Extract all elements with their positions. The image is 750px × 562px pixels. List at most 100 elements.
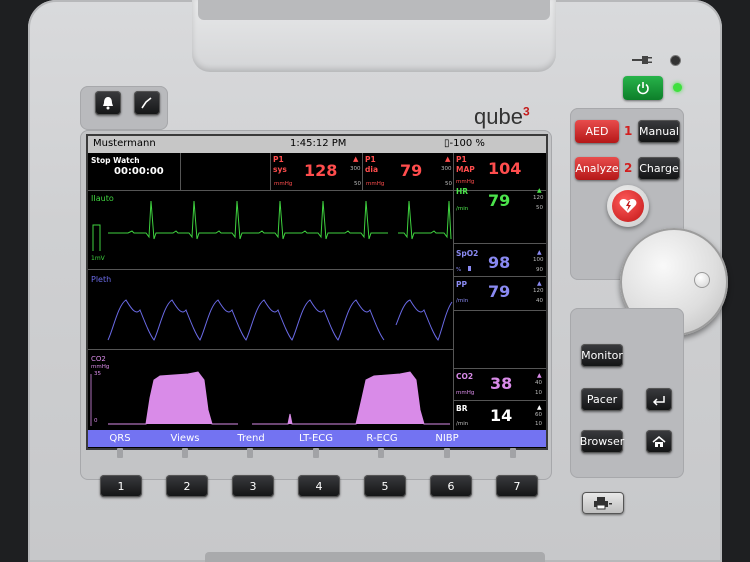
pp-lower: 40 (536, 298, 543, 304)
heart-bolt-icon (619, 199, 637, 213)
softkey-tick (313, 448, 319, 458)
printer-icon (594, 497, 612, 510)
hard-key-6[interactable]: 6 (430, 475, 472, 497)
co2-upper: 40 (535, 380, 542, 386)
knob-indicator (694, 272, 710, 288)
hard-key-5[interactable]: 5 (364, 475, 406, 497)
softkey-tick (510, 448, 516, 458)
paper-slot (205, 552, 545, 562)
divider (453, 153, 454, 430)
power-button[interactable] (623, 76, 663, 100)
br-lower: 10 (535, 421, 542, 427)
alarm-bell-icon: ▲ (537, 280, 542, 287)
nibp-dia-lower: 50 (445, 181, 452, 187)
stopwatch-label: Stop Watch (91, 156, 140, 165)
marker-icon (141, 97, 152, 109)
charge-button[interactable]: Charge (638, 157, 680, 180)
spo2-unit: % (456, 267, 462, 273)
divider (453, 400, 546, 401)
alarm-bell-icon: ▲ (537, 372, 542, 379)
divider (453, 310, 546, 311)
print-button[interactable] (582, 492, 624, 514)
aed-button[interactable]: AED (575, 120, 619, 143)
spo2-upper: 100 (533, 257, 544, 263)
br-unit: /min (456, 421, 469, 427)
nibp-map-unit: mmHg (456, 179, 475, 185)
softkey-tick (444, 448, 450, 458)
home-button[interactable] (646, 430, 672, 453)
analyze-button[interactable]: Analyze (575, 157, 619, 180)
softkey-nibp[interactable]: NIBP (435, 433, 458, 444)
nibp-dia-upper: 300 (441, 166, 452, 172)
hard-key-3[interactable]: 3 (232, 475, 274, 497)
nibp-sys-upper: 300 (350, 166, 361, 172)
plug-icon (632, 56, 652, 64)
status-bar: Mustermann 1:45:12 PM ▯-100 % (88, 136, 546, 153)
spo2-lower: 90 (536, 267, 543, 273)
co2-value: 38 (490, 374, 513, 393)
softkey-tick (117, 448, 123, 458)
mains-led (671, 56, 680, 65)
softkey-qrs[interactable]: QRS (109, 433, 130, 444)
hard-key-7[interactable]: 7 (496, 475, 538, 497)
nibp-dia-label: P1 (365, 155, 376, 164)
pacer-button[interactable]: Pacer (581, 388, 623, 411)
hard-key-2[interactable]: 2 (166, 475, 208, 497)
nibp-sys-value: 128 (304, 161, 338, 180)
stopwatch-value[interactable]: 00:00:00 (114, 166, 164, 177)
softkey-tick (182, 448, 188, 458)
co2-label: CO2 (456, 372, 474, 381)
aed-step-number: 1 (624, 124, 633, 138)
spo2-label: SpO2 (456, 249, 479, 258)
pp-unit: /min (456, 298, 469, 304)
alarm-bell-icon: ▲ (537, 249, 542, 256)
hard-key-1[interactable]: 1 (100, 475, 142, 497)
event-marker-button[interactable] (134, 91, 160, 115)
hard-key-4[interactable]: 4 (298, 475, 340, 497)
co2-lower: 10 (535, 390, 542, 396)
nibp-dia-unit: mmHg (366, 181, 385, 187)
pp-upper: 120 (533, 288, 544, 294)
softkey-views[interactable]: Views (171, 433, 200, 444)
return-icon (652, 395, 665, 406)
spo2-value: 98 (488, 253, 511, 272)
patient-name: Mustermann (93, 138, 156, 149)
divider (270, 153, 271, 190)
battery-status: ▯-100 % (444, 138, 485, 149)
clock: 1:45:12 PM (290, 138, 347, 149)
co2-waveform (90, 371, 450, 426)
divider (362, 153, 363, 190)
hr-value: 79 (488, 191, 511, 210)
softkey-lt-ecg[interactable]: LT-ECG (299, 433, 333, 444)
back-button[interactable] (646, 388, 672, 411)
br-value: 14 (490, 406, 513, 425)
home-icon (652, 435, 666, 447)
manual-button[interactable]: Manual (638, 120, 680, 143)
handle-grip (198, 0, 550, 20)
pp-label: PP (456, 280, 467, 289)
nibp-sys-unit: mmHg (274, 181, 293, 187)
divider (180, 153, 181, 190)
shock-button-face (612, 190, 644, 222)
divider (453, 243, 546, 244)
nibp-map-label: P1 (456, 155, 467, 164)
softkey-trend[interactable]: Trend (237, 433, 264, 444)
browser-button[interactable]: Browser (580, 430, 624, 453)
power-icon (637, 82, 649, 95)
softkey-tick (247, 448, 253, 458)
hr-unit: /min (456, 206, 469, 212)
co2-unit: mmHg (456, 390, 475, 396)
monitor-button[interactable]: Monitor (581, 344, 623, 367)
softkey-r-ecg[interactable]: R-ECG (366, 433, 397, 444)
divider (453, 276, 546, 277)
alarm-bell-icon: ▲ (537, 404, 542, 411)
hr-lower: 50 (536, 205, 543, 211)
shock-button[interactable] (607, 185, 649, 227)
nibp-sys-label: P1 (273, 155, 284, 164)
pleth-waveform (107, 299, 453, 341)
softkey-bar: QRS Views Trend LT-ECG R-ECG NIBP (88, 430, 546, 447)
br-upper: 60 (535, 412, 542, 418)
alarm-button[interactable] (95, 91, 121, 115)
monitor-screen: Mustermann 1:45:12 PM ▯-100 % Stop Watch… (86, 134, 548, 450)
ecg-waveform (92, 200, 452, 251)
